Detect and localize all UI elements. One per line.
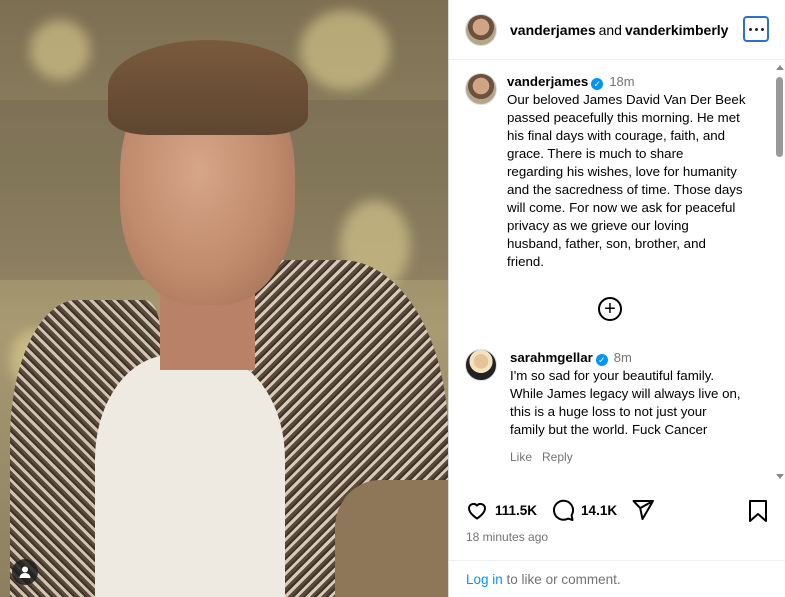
scroll-up-arrow-icon[interactable] bbox=[776, 65, 784, 70]
dot-icon bbox=[748, 27, 752, 31]
load-more-comments-plus-icon[interactable]: + bbox=[598, 297, 622, 321]
post-header: vanderjames and vanderkimberly bbox=[449, 0, 785, 60]
post-timestamp[interactable]: 18 minutes ago bbox=[466, 530, 548, 544]
author-link-2[interactable]: vanderkimberly bbox=[625, 22, 729, 38]
commenter-avatar[interactable] bbox=[465, 349, 497, 381]
share-icon[interactable] bbox=[631, 498, 655, 522]
heart-icon[interactable] bbox=[465, 498, 489, 522]
comment-reply-button[interactable]: Reply bbox=[542, 450, 573, 464]
comments-section[interactable]: vanderjames ✓ 18m Our beloved James David … bbox=[449, 61, 785, 484]
caption-timestamp[interactable]: 18m bbox=[609, 74, 634, 89]
post-actions-bar: 111.5K 14.1K bbox=[465, 490, 769, 530]
photo-elbow-patch bbox=[335, 480, 448, 597]
authors-conjunction: and bbox=[598, 21, 622, 38]
login-link[interactable]: Log in bbox=[466, 572, 503, 587]
post-image[interactable] bbox=[0, 0, 448, 597]
photo-bokeh bbox=[300, 10, 390, 90]
verified-badge-icon: ✓ bbox=[595, 354, 608, 366]
author-link-1[interactable]: vanderjames bbox=[510, 22, 596, 38]
photo-bokeh bbox=[30, 20, 90, 80]
bookmark-icon[interactable] bbox=[747, 499, 769, 523]
caption-avatar[interactable] bbox=[465, 73, 497, 105]
post-authors: vanderjames and vanderkimberly bbox=[510, 22, 728, 38]
commenter-username[interactable]: sarahmgellar bbox=[510, 350, 593, 365]
dot-icon bbox=[754, 27, 758, 31]
post-side-panel: vanderjames and vanderkimberly vanderjames… bbox=[448, 0, 785, 597]
comment-like-button[interactable]: Like bbox=[510, 450, 532, 464]
caption-text: Our beloved James David Van Der Beek pas… bbox=[507, 92, 746, 269]
author-avatar[interactable] bbox=[465, 13, 497, 46]
login-prompt: Log in to like or comment. bbox=[449, 560, 785, 597]
caption-username[interactable]: vanderjames bbox=[507, 74, 588, 89]
post-caption: vanderjames ✓ 18m Our beloved James David … bbox=[449, 61, 785, 271]
scrollbar-thumb[interactable] bbox=[776, 77, 783, 157]
comment-timestamp[interactable]: 8m bbox=[614, 350, 632, 365]
dot-icon bbox=[760, 27, 764, 31]
login-prompt-text: to like or comment. bbox=[502, 572, 621, 587]
scroll-down-arrow-icon[interactable] bbox=[776, 474, 784, 479]
verified-badge-icon: ✓ bbox=[591, 78, 604, 90]
photo-shirt bbox=[95, 355, 285, 597]
more-options-button[interactable] bbox=[743, 16, 769, 42]
comments-count[interactable]: 14.1K bbox=[581, 503, 617, 518]
comment-item: sarahmgellar ✓ 8m I'm so sad for your beau… bbox=[465, 349, 765, 466]
comment-text: I'm so sad for your beautiful family. Wh… bbox=[510, 368, 741, 437]
tagged-users-icon[interactable] bbox=[12, 559, 38, 585]
comment-icon[interactable] bbox=[551, 498, 575, 522]
likes-count[interactable]: 111.5K bbox=[495, 503, 537, 518]
photo-hair bbox=[108, 40, 308, 135]
comments-scrollbar[interactable] bbox=[775, 63, 784, 481]
